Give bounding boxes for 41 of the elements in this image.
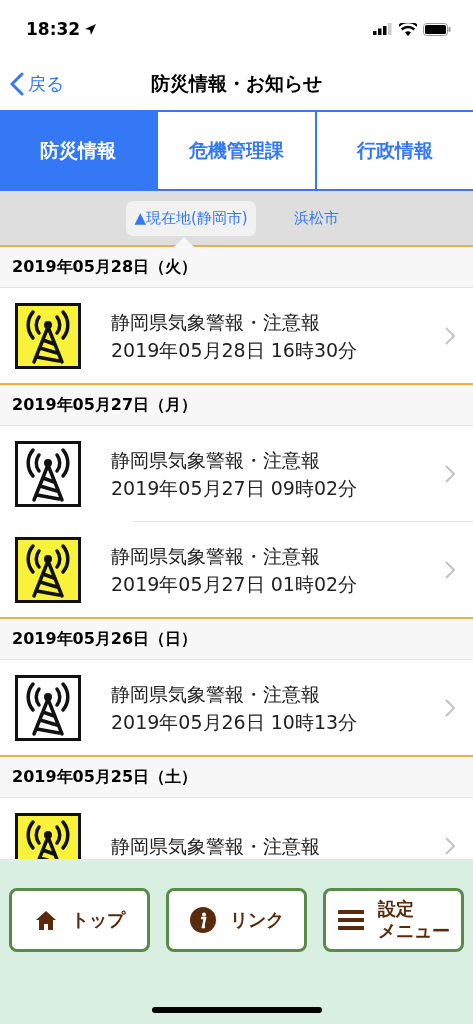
notice-title: 静岡県気象警報・注意報 — [111, 309, 321, 335]
chevron-right-icon — [445, 698, 455, 717]
page-title: 防災情報・お知らせ — [151, 71, 322, 96]
signal-icon — [373, 23, 393, 35]
area-tab[interactable]: ▲現在地(静岡市) — [126, 200, 256, 236]
radio-tower-icon — [15, 536, 81, 603]
date-header: 2019年05月28日（火） — [0, 247, 473, 288]
info-icon — [189, 907, 216, 933]
chevron-right-icon — [445, 560, 455, 579]
notice-time: 2019年05月26日 10時13分 — [111, 709, 359, 735]
notice-time: 2019年05月27日 09時02分 — [111, 475, 359, 501]
menu-icon — [337, 909, 364, 931]
radio-tower-icon — [15, 812, 81, 859]
battery-icon — [423, 22, 451, 36]
status-time: 18:32 — [26, 19, 81, 39]
notice-time: 2019年05月27日 01時02分 — [111, 571, 359, 597]
nav-button[interactable]: 設定 メニュー — [323, 888, 464, 952]
home-icon — [34, 909, 57, 931]
notice-title: 静岡県気象警報・注意報 — [111, 447, 321, 473]
date-header: 2019年05月26日（日） — [0, 619, 473, 660]
back-button[interactable]: 戻る — [10, 72, 64, 96]
radio-tower-icon — [15, 674, 81, 741]
chevron-right-icon — [445, 464, 455, 483]
wifi-icon — [399, 22, 417, 36]
chevron-right-icon — [445, 326, 455, 345]
chevron-left-icon — [10, 72, 24, 96]
chevron-right-icon — [445, 836, 455, 855]
back-label[interactable]: 戻る — [28, 72, 64, 96]
radio-tower-icon — [15, 302, 81, 369]
nav-button[interactable]: リンク — [166, 888, 307, 952]
date-header: 2019年05月27日（月） — [0, 385, 473, 426]
notice-title: 静岡県気象警報・注意報 — [111, 681, 321, 707]
location-arrow-icon — [84, 22, 98, 36]
notice-title: 静岡県気象警報・注意報 — [111, 543, 321, 569]
notice-title: 静岡県気象警報・注意報 — [111, 833, 321, 859]
nav-button[interactable]: トップ — [9, 888, 150, 952]
date-header: 2019年05月25日（土） — [0, 757, 473, 798]
notice-time: 2019年05月28日 16時30分 — [111, 337, 359, 363]
radio-tower-icon — [15, 440, 81, 507]
notice-row[interactable]: 静岡県気象警報・注意報 2019年05月27日 09時02分 — [0, 426, 473, 521]
tab[interactable]: 防災情報 — [0, 112, 157, 189]
